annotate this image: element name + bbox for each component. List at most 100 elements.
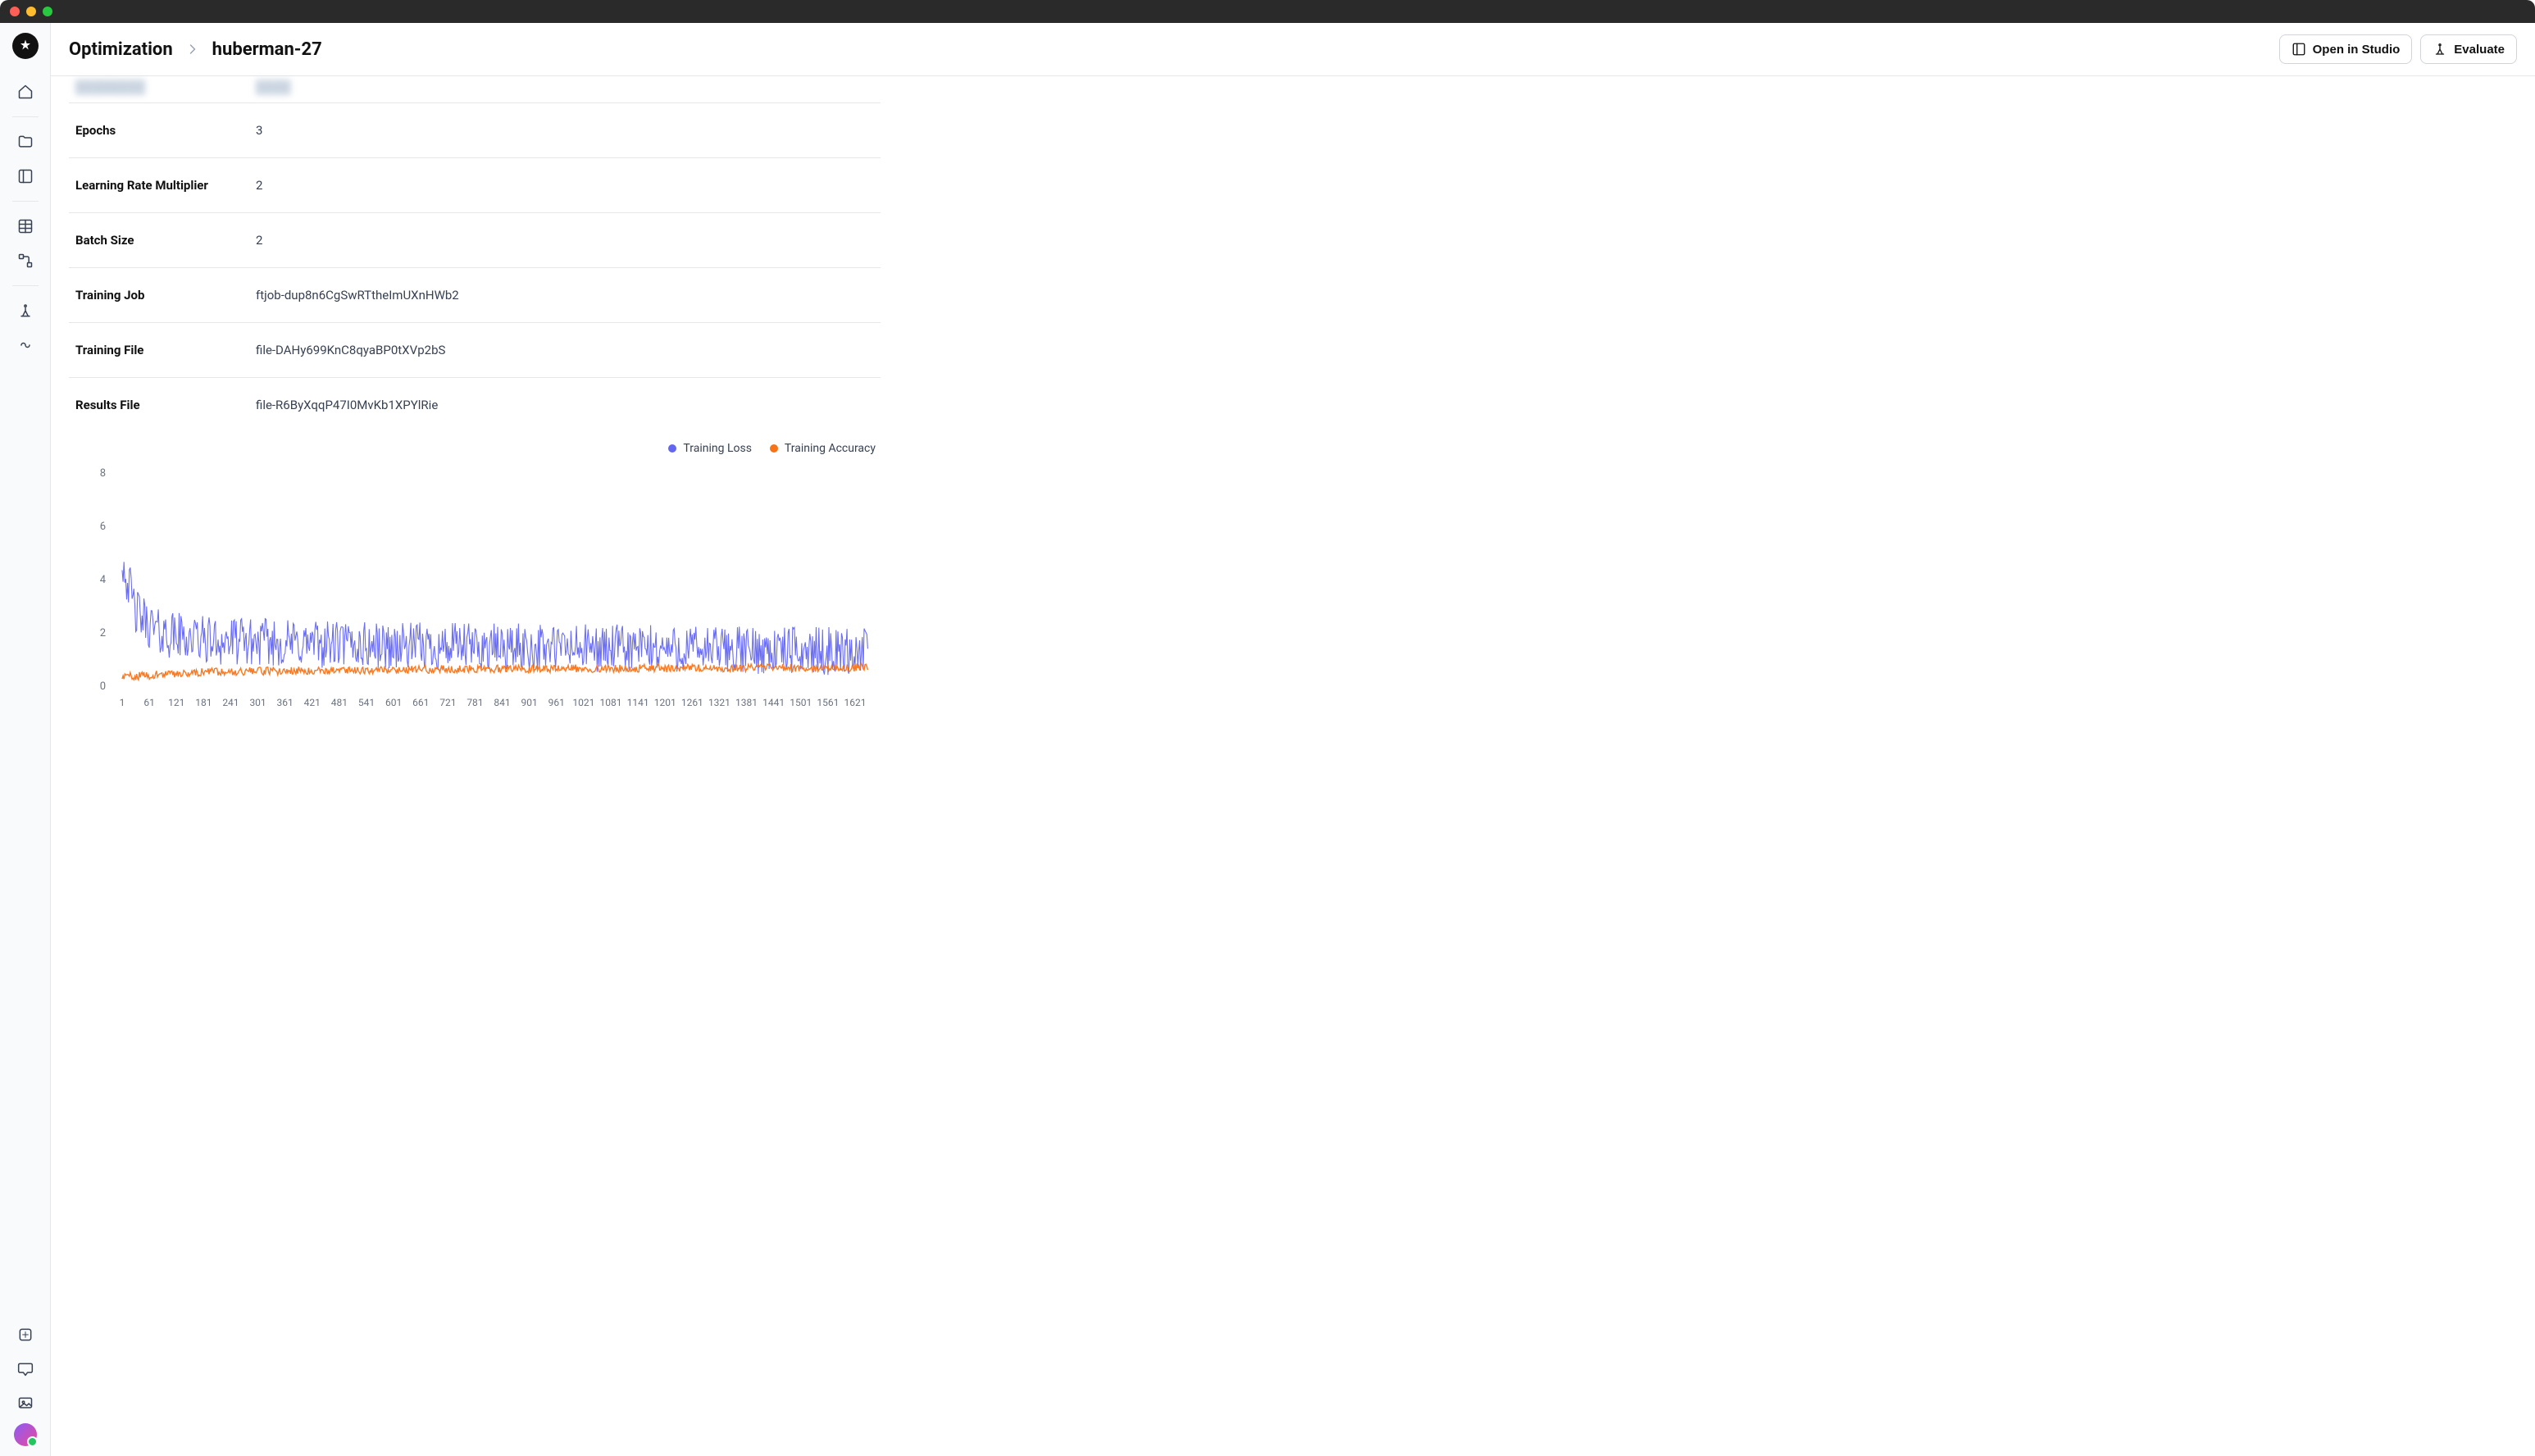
sidebar-item-studio[interactable] (11, 162, 40, 191)
table-row: Epochs3 (69, 103, 881, 158)
svg-text:0: 0 (100, 680, 106, 693)
table-value: ████ (249, 76, 881, 103)
svg-text:361: 361 (277, 697, 294, 708)
svg-text:8: 8 (100, 467, 106, 480)
breadcrumb-current: huberman-27 (212, 39, 322, 60)
svg-text:961: 961 (548, 697, 565, 708)
home-icon (17, 84, 34, 100)
box-icon (17, 1326, 34, 1343)
legend-dot-accuracy-icon (770, 444, 778, 453)
svg-text:421: 421 (304, 697, 321, 708)
evaluate-button[interactable]: Evaluate (2420, 34, 2517, 64)
compass-icon (17, 303, 34, 319)
sidebar-item-evaluate[interactable] (11, 296, 40, 325)
sidebar-item-table[interactable] (11, 212, 40, 241)
legend-label-accuracy: Training Accuracy (785, 442, 876, 455)
svg-text:181: 181 (195, 697, 212, 708)
svg-text:481: 481 (331, 697, 348, 708)
image-icon (17, 1395, 34, 1412)
chat-icon (17, 1361, 34, 1377)
panel-icon (17, 168, 34, 184)
chart-canvas: 0246816112118124130136142148154160166172… (69, 465, 881, 711)
svg-text:1141: 1141 (627, 697, 649, 708)
open-in-studio-label: Open in Studio (2313, 43, 2401, 57)
svg-text:541: 541 (358, 697, 375, 708)
table-row: Batch Size2 (69, 213, 881, 268)
svg-text:1321: 1321 (708, 697, 730, 708)
svg-text:1621: 1621 (844, 697, 867, 708)
sidebar-item-chat[interactable] (11, 1354, 40, 1384)
open-in-studio-button[interactable]: Open in Studio (2279, 34, 2413, 64)
table-row: Training Jobftjob-dup8n6CgSwRTtheImUXnHW… (69, 268, 881, 323)
svg-text:1021: 1021 (572, 697, 594, 708)
header-actions: Open in Studio Evaluate (2279, 34, 2517, 64)
svg-text:1381: 1381 (735, 697, 758, 708)
sidebar-divider (12, 116, 39, 117)
sidebar-item-image[interactable] (11, 1389, 40, 1418)
table-key: Learning Rate Multiplier (69, 158, 249, 213)
table-value: ftjob-dup8n6CgSwRTtheImUXnHWb2 (249, 268, 881, 323)
table-row: Learning Rate Multiplier2 (69, 158, 881, 213)
app-logo-icon[interactable] (12, 33, 39, 59)
table-row: Results Filefile-R6ByXqqP47I0MvKb1XPYlRi… (69, 378, 881, 433)
table-value: file-R6ByXqqP47I0MvKb1XPYlRie (249, 378, 881, 433)
table-key: Training File (69, 323, 249, 378)
window-close-icon[interactable] (10, 7, 20, 16)
legend-dot-loss-icon (668, 444, 676, 453)
svg-text:901: 901 (521, 697, 538, 708)
svg-text:1501: 1501 (790, 697, 812, 708)
training-chart: Training Loss Training Accuracy 02468161… (69, 432, 881, 711)
sidebar-item-box[interactable] (11, 1320, 40, 1349)
svg-text:6: 6 (100, 521, 106, 533)
svg-text:241: 241 (222, 697, 239, 708)
breadcrumb-root[interactable]: Optimization (69, 39, 173, 60)
legend-item-accuracy: Training Accuracy (770, 442, 876, 455)
table-key: ████████ (69, 76, 249, 103)
svg-text:1: 1 (120, 697, 125, 708)
svg-text:1561: 1561 (817, 697, 839, 708)
sidebar-divider (12, 285, 39, 286)
chevron-right-icon (184, 41, 201, 57)
table-value: 2 (249, 213, 881, 268)
sidebar-nav-bottom (0, 1320, 50, 1446)
svg-text:1201: 1201 (654, 697, 676, 708)
table-key: Training Job (69, 268, 249, 323)
svg-text:61: 61 (143, 697, 155, 708)
sidebar-item-flow[interactable] (11, 246, 40, 275)
table-key: Epochs (69, 103, 249, 158)
window-chrome (0, 0, 2535, 23)
table-icon (17, 218, 34, 234)
svg-text:121: 121 (168, 697, 184, 708)
evaluate-label: Evaluate (2454, 43, 2505, 57)
sidebar-item-infinity[interactable] (11, 330, 40, 360)
folder-icon (17, 134, 34, 150)
breadcrumb: Optimization huberman-27 (69, 39, 322, 60)
sidebar-item-folder[interactable] (11, 127, 40, 157)
table-key: Results File (69, 378, 249, 433)
table-value: 2 (249, 158, 881, 213)
svg-text:601: 601 (385, 697, 402, 708)
svg-text:1261: 1261 (681, 697, 703, 708)
window-minimize-icon[interactable] (26, 7, 36, 16)
svg-text:301: 301 (249, 697, 266, 708)
table-row: Training Filefile-DAHy699KnC8qyaBP0tXVp2… (69, 323, 881, 378)
table-value: 3 (249, 103, 881, 158)
svg-text:721: 721 (439, 697, 456, 708)
sidebar-item-home[interactable] (11, 77, 40, 107)
svg-text:1081: 1081 (600, 697, 622, 708)
details-table: ████████████Epochs3Learning Rate Multipl… (69, 76, 881, 432)
flow-icon (17, 253, 34, 269)
compass-icon (2433, 42, 2447, 57)
infinity-icon (17, 337, 34, 353)
svg-text:661: 661 (412, 697, 429, 708)
table-value: file-DAHy699KnC8qyaBP0tXVp2bS (249, 323, 881, 378)
legend-label-loss: Training Loss (683, 442, 752, 455)
panel-icon (2292, 42, 2306, 57)
svg-text:841: 841 (494, 697, 510, 708)
window-zoom-icon[interactable] (43, 7, 52, 16)
page-header: Optimization huberman-27 Open in Studio … (51, 23, 2535, 76)
sidebar-divider (12, 201, 39, 202)
avatar[interactable] (14, 1423, 37, 1446)
svg-text:781: 781 (466, 697, 483, 708)
table-key: Batch Size (69, 213, 249, 268)
